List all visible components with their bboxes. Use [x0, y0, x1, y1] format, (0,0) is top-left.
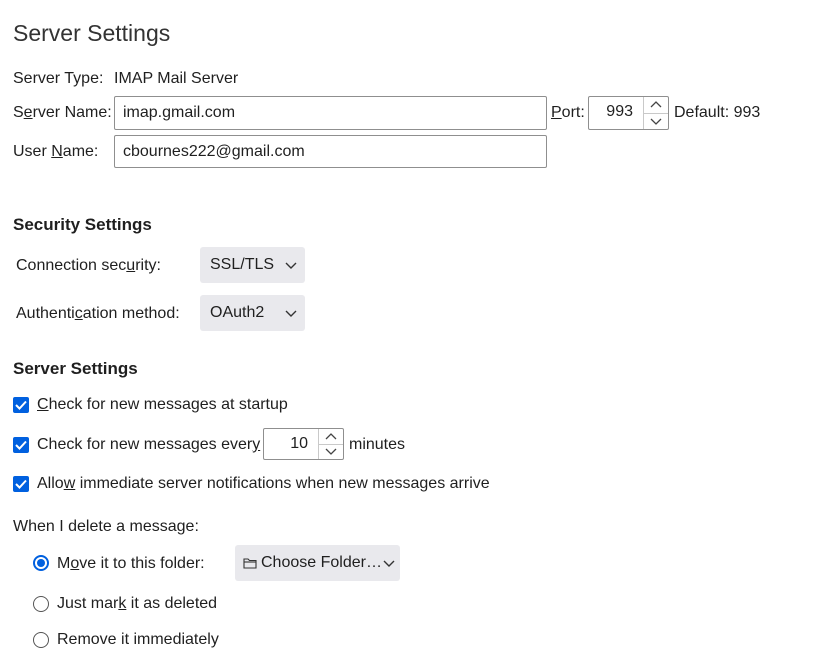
mark-deleted-radio[interactable] [33, 596, 49, 612]
check-interval-decrement-button[interactable] [319, 443, 343, 460]
move-to-folder-label-part: M [57, 555, 71, 572]
check-interval-input[interactable]: 10 [264, 429, 318, 459]
chevron-down-icon [325, 448, 337, 456]
check-every-checkbox[interactable] [13, 437, 29, 453]
connection-security-label: Connection security: [16, 257, 161, 275]
delete-message-heading: When I delete a message: [13, 518, 199, 535]
auth-method-label-part: ation method: [82, 305, 180, 322]
server-name-input[interactable]: imap.gmail.com [114, 96, 547, 130]
server-settings-heading: Server Settings [13, 359, 138, 378]
port-input[interactable]: 993 [589, 97, 643, 129]
server-name-label-part: S [13, 104, 24, 121]
radio-dot [37, 559, 45, 567]
user-name-label: User Name: [13, 143, 98, 161]
port-label-part: ort: [561, 104, 585, 121]
checkmark-icon [15, 400, 27, 410]
port-default-label: Default: 993 [674, 104, 761, 121]
check-every-accesskey: y [252, 436, 261, 453]
port-label-accesskey: P [551, 104, 562, 121]
remove-immediately-label[interactable]: Remove it immediately [57, 631, 219, 649]
mark-deleted-label-part: it as deleted [126, 595, 218, 612]
allow-notifications-accesskey: w [63, 475, 76, 492]
chevron-up-icon [650, 101, 662, 108]
auth-method-select[interactable]: OAuth2 [200, 295, 305, 331]
check-every-label[interactable]: Check for new messages every [37, 436, 260, 454]
user-name-label-part: User [13, 143, 52, 160]
server-name-label: Server Name: [13, 104, 112, 122]
check-startup-checkbox[interactable] [13, 397, 29, 413]
port-decrement-button[interactable] [644, 112, 668, 130]
move-to-folder-label-part: ve it to this folder: [79, 555, 205, 572]
server-type-value: IMAP Mail Server [114, 70, 239, 87]
chevron-down-icon [383, 560, 395, 567]
port-stepper-arrows [643, 97, 668, 129]
check-interval-increment-button[interactable] [319, 429, 343, 444]
mark-deleted-label[interactable]: Just mark it as deleted [57, 595, 217, 613]
move-to-folder-radio[interactable] [33, 555, 49, 571]
page-title: Server Settings [13, 20, 171, 46]
allow-notifications-checkbox[interactable] [13, 476, 29, 492]
move-to-folder-label[interactable]: Move it to this folder: [57, 555, 205, 573]
auth-method-label-accesskey: c [74, 305, 83, 322]
server-type-label: Server Type: [13, 70, 104, 87]
chevron-down-icon [285, 262, 297, 269]
check-startup-label[interactable]: Check for new messages at startup [37, 396, 288, 414]
check-interval-arrows [318, 429, 343, 459]
user-name-label-accesskey: N [51, 143, 63, 160]
check-every-label-part: Check for new messages ever [37, 436, 253, 453]
check-interval-stepper[interactable]: 10 [263, 428, 344, 460]
user-name-input[interactable]: cbournes222@gmail.com [114, 135, 547, 168]
connection-security-select[interactable]: SSL/TLS [200, 247, 305, 283]
port-stepper[interactable]: 993 [588, 96, 669, 130]
connection-security-label-part: rity: [135, 257, 161, 274]
chevron-down-icon [650, 118, 662, 125]
connection-security-value: SSL/TLS [210, 256, 275, 273]
security-settings-heading: Security Settings [13, 215, 152, 234]
allow-notifications-label-part: Allo [37, 475, 64, 492]
allow-notifications-label-part: immediate server notifications when new … [75, 475, 490, 492]
folder-icon [243, 557, 257, 569]
auth-method-value: OAuth2 [210, 304, 265, 321]
user-name-label-part: ame: [62, 143, 99, 160]
check-startup-accesskey: C [37, 396, 49, 413]
mark-deleted-label-part: Just mar [57, 595, 119, 612]
port-label: Port: [551, 104, 585, 122]
server-name-label-part: rver Name: [32, 104, 112, 121]
checkmark-icon [15, 440, 27, 450]
check-startup-label-part: heck for new messages at startup [48, 396, 288, 413]
chevron-down-icon [285, 310, 297, 317]
port-increment-button[interactable] [644, 97, 668, 113]
checkmark-icon [15, 479, 27, 489]
check-interval-unit: minutes [349, 436, 406, 453]
connection-security-label-accesskey: u [126, 257, 136, 274]
server-name-label-accesskey: e [23, 104, 33, 121]
auth-method-label-part: Authenti [16, 305, 75, 322]
chevron-up-icon [325, 432, 337, 440]
connection-security-label-part: Connection sec [16, 257, 127, 274]
move-to-folder-accesskey: o [70, 555, 80, 572]
allow-notifications-label[interactable]: Allow immediate server notifications whe… [37, 475, 490, 493]
remove-immediately-radio[interactable] [33, 632, 49, 648]
choose-folder-button[interactable]: Choose Folder… [235, 545, 400, 581]
choose-folder-label: Choose Folder… [261, 554, 382, 571]
auth-method-label: Authentication method: [16, 305, 180, 323]
